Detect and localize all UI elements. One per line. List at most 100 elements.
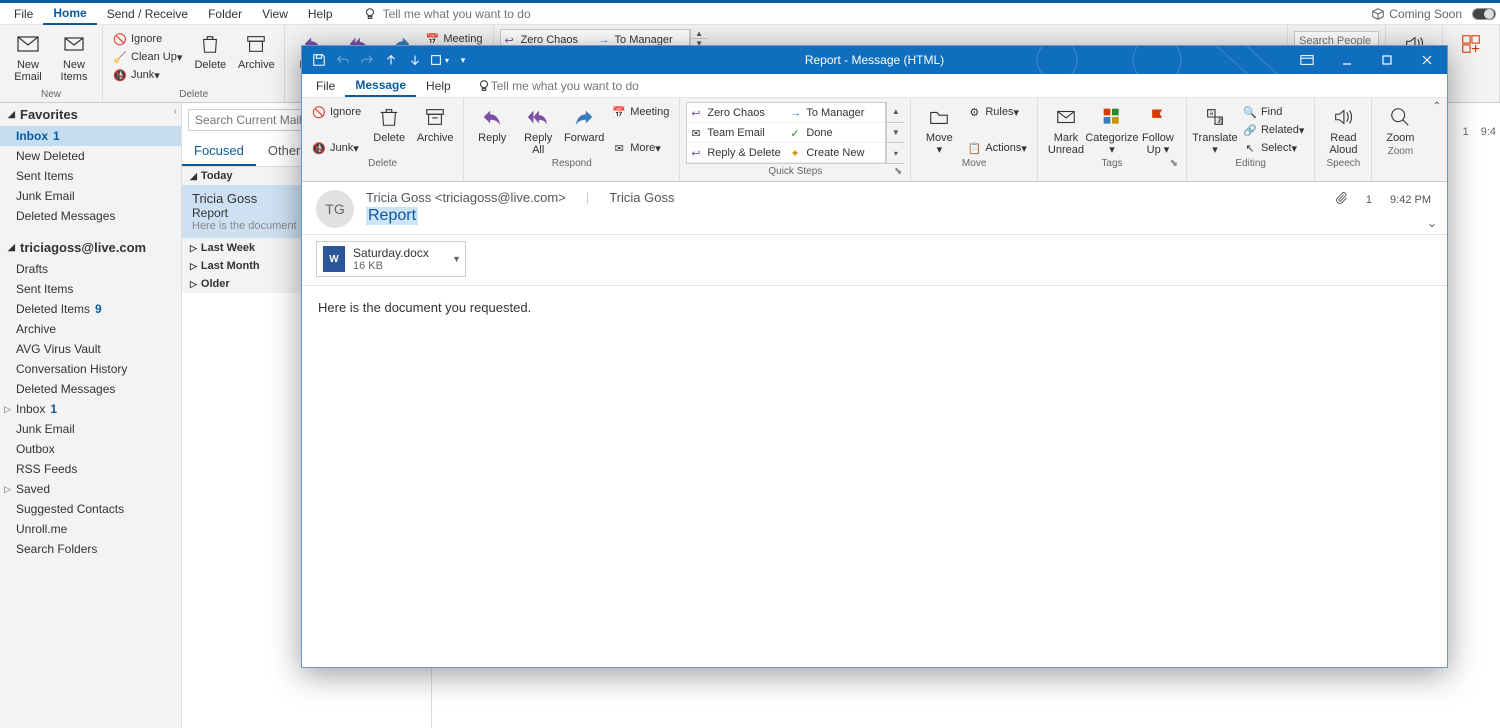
- nav-deleted-msgs-fav[interactable]: Deleted Messages: [0, 206, 181, 226]
- sender-avatar[interactable]: TG: [316, 190, 354, 228]
- msg-move-button[interactable]: Move▾: [917, 102, 961, 156]
- next-item-icon[interactable]: [404, 50, 426, 70]
- read-aloud-button[interactable]: ReadAloud: [1321, 102, 1365, 156]
- nav-sent-fav[interactable]: Sent Items: [0, 166, 181, 186]
- msg-rules-button[interactable]: ⚙Rules ▾: [963, 104, 1031, 120]
- msg-tab-message[interactable]: Message: [345, 75, 416, 97]
- collapse-ribbon-icon[interactable]: ⌃: [1433, 101, 1441, 112]
- nav-rss[interactable]: RSS Feeds: [0, 459, 181, 479]
- tab-help[interactable]: Help: [298, 4, 343, 24]
- zoom-button[interactable]: Zoom: [1378, 102, 1422, 144]
- qs-launcher-icon[interactable]: ⬊: [894, 166, 902, 177]
- nav-deleted-items[interactable]: Deleted Items9: [0, 299, 181, 319]
- nav-junk-fav[interactable]: Junk Email: [0, 186, 181, 206]
- msg-archive-button[interactable]: Archive: [413, 102, 457, 156]
- prev-item-icon[interactable]: [380, 50, 402, 70]
- msg-group-move: Move▾ ⚙Rules ▾ 📋Actions ▾ Move: [911, 98, 1038, 181]
- tab-send-receive[interactable]: Send / Receive: [97, 4, 198, 24]
- nav-deleted-msgs[interactable]: Deleted Messages: [0, 379, 181, 399]
- msg-quicksteps-gallery[interactable]: ↩Zero Chaos →To Manager ✉Team Email ✓Don…: [686, 102, 886, 164]
- nav-outbox[interactable]: Outbox: [0, 439, 181, 459]
- msg-meeting-button[interactable]: 📅Meeting: [608, 104, 673, 120]
- favorites-header[interactable]: ◢Favorites: [0, 103, 181, 126]
- nav-saved[interactable]: ▷Saved: [0, 479, 181, 499]
- attachment-count: 1: [1366, 194, 1372, 206]
- nav-search-folders[interactable]: Search Folders: [0, 539, 181, 559]
- translate-button[interactable]: aあ Translate▾: [1193, 102, 1237, 156]
- status-bar-right: 1 9:4: [1463, 126, 1496, 138]
- msg-group-quicksteps: ↩Zero Chaos →To Manager ✉Team Email ✓Don…: [680, 98, 911, 181]
- nav-sent[interactable]: Sent Items: [0, 279, 181, 299]
- related-button[interactable]: 🔗Related ▾: [1239, 122, 1308, 138]
- junk-button[interactable]: 🚯Junk ▾: [109, 67, 186, 83]
- msg-group-delete: 🚫Ignore 🚯Junk ▾ Delete Archive Delete: [302, 98, 464, 181]
- msg-tab-help[interactable]: Help: [416, 76, 461, 96]
- msg-ignore-button[interactable]: 🚫Ignore: [308, 104, 365, 120]
- tags-launcher-icon[interactable]: ⬊: [1170, 158, 1178, 169]
- group-addins: [1442, 25, 1500, 102]
- find-button[interactable]: 🔍Find: [1239, 104, 1308, 120]
- tab-focused[interactable]: Focused: [182, 137, 256, 166]
- nav-drafts[interactable]: Drafts: [0, 259, 181, 279]
- main-menu-bar: File Home Send / Receive Folder View Hel…: [0, 3, 1500, 25]
- msg-junk-button[interactable]: 🚯Junk ▾: [308, 140, 365, 156]
- group-label-new: New: [41, 89, 61, 100]
- msg-reply-button[interactable]: Reply: [470, 102, 514, 156]
- nav-unroll[interactable]: Unroll.me: [0, 519, 181, 539]
- msg-reply-all-button[interactable]: ReplyAll: [516, 102, 560, 156]
- box-icon: [1371, 7, 1385, 21]
- select-button[interactable]: ↖Select ▾: [1239, 140, 1308, 156]
- nav-inbox-fav[interactable]: Inbox1: [0, 126, 181, 146]
- mark-unread-button[interactable]: MarkUnread: [1044, 102, 1088, 156]
- save-icon[interactable]: [308, 50, 330, 70]
- nav-conv-history[interactable]: Conversation History: [0, 359, 181, 379]
- delete-button[interactable]: Delete: [188, 29, 232, 83]
- get-addins-button[interactable]: [1449, 29, 1493, 57]
- nav-new-deleted[interactable]: New Deleted: [0, 146, 181, 166]
- tell-me-input[interactable]: [383, 7, 583, 21]
- coming-soon-toggle[interactable]: [1472, 8, 1496, 20]
- ignore-button[interactable]: 🚫Ignore: [109, 31, 186, 47]
- msg-more-button[interactable]: ✉More ▾: [608, 140, 673, 156]
- msg-tab-file[interactable]: File: [306, 76, 345, 96]
- close-icon[interactable]: [1407, 46, 1447, 74]
- nav-inbox[interactable]: ▷Inbox1: [0, 399, 181, 419]
- expand-header-icon[interactable]: ⌄: [1427, 216, 1437, 230]
- archive-button[interactable]: Archive: [234, 29, 278, 83]
- minimize-icon[interactable]: [1327, 46, 1367, 74]
- maximize-icon[interactable]: [1367, 46, 1407, 74]
- nav-avg-vault[interactable]: AVG Virus Vault: [0, 339, 181, 359]
- new-items-button[interactable]: NewItems: [52, 29, 96, 83]
- msg-group-speech: ReadAloud Speech: [1315, 98, 1372, 181]
- svg-text:a: a: [1209, 110, 1213, 117]
- nav-junk[interactable]: Junk Email: [0, 419, 181, 439]
- qat-more-icon[interactable]: ▾: [428, 50, 450, 70]
- msg-forward-button[interactable]: Forward: [562, 102, 606, 156]
- tab-view[interactable]: View: [252, 4, 298, 24]
- tab-home[interactable]: Home: [43, 3, 96, 25]
- qs-up-icon[interactable]: ▲: [887, 102, 904, 123]
- qs-down-icon[interactable]: ▼: [887, 123, 904, 144]
- qat-custom-icon[interactable]: ▾: [452, 50, 474, 70]
- tab-file[interactable]: File: [4, 4, 43, 24]
- follow-up-button[interactable]: FollowUp ▾: [1136, 102, 1180, 156]
- tell-me-search[interactable]: [363, 7, 583, 21]
- msg-delete-button[interactable]: Delete: [367, 102, 411, 156]
- attachment-dropdown-icon[interactable]: ▼: [452, 254, 461, 264]
- redo-icon[interactable]: [356, 50, 378, 70]
- nav-archive[interactable]: Archive: [0, 319, 181, 339]
- attachment-item[interactable]: W Saturday.docx 16 KB ▼: [316, 241, 466, 277]
- new-email-button[interactable]: NewEmail: [6, 29, 50, 83]
- msg-group-zoom: Zoom Zoom: [1372, 98, 1428, 181]
- msg-tell-me-input[interactable]: [491, 79, 671, 93]
- msg-actions-button[interactable]: 📋Actions ▾: [963, 140, 1031, 156]
- undo-icon[interactable]: [332, 50, 354, 70]
- collapse-nav-icon[interactable]: ‹: [174, 106, 177, 117]
- nav-suggested[interactable]: Suggested Contacts: [0, 499, 181, 519]
- account-header[interactable]: ◢triciagoss@live.com: [0, 236, 181, 259]
- cleanup-button[interactable]: 🧹Clean Up ▾: [109, 49, 186, 65]
- msg-tell-me[interactable]: [477, 79, 671, 93]
- tab-folder[interactable]: Folder: [198, 4, 252, 24]
- categorize-button[interactable]: Categorize▾: [1090, 102, 1134, 156]
- qs-more-icon[interactable]: ▾: [887, 143, 904, 164]
